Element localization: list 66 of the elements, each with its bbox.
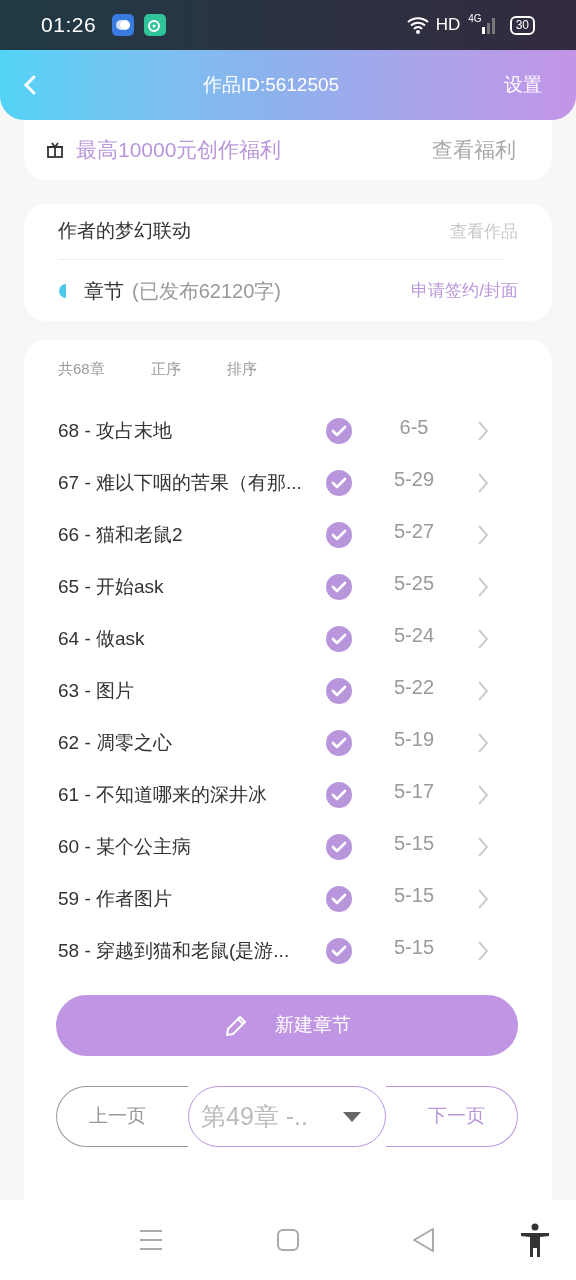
chapter-date: 5-17 bbox=[393, 779, 435, 804]
chapter-title: 67 - 难以下咽的苦果（有那... bbox=[58, 470, 303, 495]
chapter-date: 5-15 bbox=[393, 883, 435, 908]
chapter-date: 6-5 bbox=[398, 415, 430, 440]
signal-icon bbox=[481, 15, 496, 35]
chevron-right-icon[interactable] bbox=[476, 523, 490, 547]
chevron-right-icon[interactable] bbox=[476, 939, 490, 963]
chapter-row[interactable]: 67 - 难以下咽的苦果（有那... 5-29 bbox=[58, 457, 518, 509]
new-chapter-label: 新建章节 bbox=[275, 1013, 351, 1038]
chapter-date: 5-15 bbox=[393, 935, 435, 960]
welfare-text: 最高10000元创作福利 bbox=[76, 137, 282, 164]
header-title: 作品ID:5612505 bbox=[201, 72, 341, 97]
chapter-date: 5-27 bbox=[393, 519, 435, 544]
battery-indicator: 30 bbox=[509, 15, 535, 35]
chevron-right-icon[interactable] bbox=[476, 835, 490, 859]
chapter-row[interactable]: 68 - 攻占末地 6-5 bbox=[58, 405, 518, 457]
chapter-row[interactable]: 63 - 图片 5-22 bbox=[58, 665, 518, 717]
work-title: 作者的梦幻联动 bbox=[58, 219, 191, 244]
chapter-row[interactable]: 58 - 穿越到猫和老鼠(是游... 5-15 bbox=[58, 925, 518, 977]
chapter-date: 5-19 bbox=[393, 727, 435, 752]
chapter-title: 62 - 凋零之心 bbox=[58, 730, 174, 755]
chapter-row[interactable]: 66 - 猫和老鼠2 5-27 bbox=[58, 509, 518, 561]
chevron-right-icon[interactable] bbox=[476, 627, 490, 651]
chevron-right-icon[interactable] bbox=[476, 731, 490, 755]
chapter-title: 59 - 作者图片 bbox=[58, 886, 174, 911]
chapter-title: 65 - 开始ask bbox=[58, 574, 165, 599]
accessibility-icon[interactable] bbox=[520, 1223, 550, 1257]
section-label: 章节 bbox=[84, 278, 124, 304]
chapter-row[interactable]: 59 - 作者图片 5-15 bbox=[58, 873, 518, 925]
chapter-row[interactable]: 61 - 不知道哪来的深井冰 5-17 bbox=[58, 769, 518, 821]
chevron-right-icon[interactable] bbox=[476, 783, 490, 807]
home-icon[interactable] bbox=[276, 1228, 300, 1252]
chevron-right-icon[interactable] bbox=[476, 471, 490, 495]
chapter-title: 63 - 图片 bbox=[58, 678, 136, 703]
chapter-row[interactable]: 64 - 做ask 5-24 bbox=[58, 613, 518, 665]
back-triangle-icon[interactable] bbox=[412, 1227, 436, 1253]
network-label: HD bbox=[435, 14, 461, 37]
chapter-row[interactable]: 65 - 开始ask 5-25 bbox=[58, 561, 518, 613]
chapter-row[interactable]: 62 - 凋零之心 5-19 bbox=[58, 717, 518, 769]
chapter-title: 64 - 做ask bbox=[58, 626, 146, 651]
menu-icon[interactable] bbox=[139, 1229, 163, 1251]
section-note: (已发布62120字) bbox=[132, 278, 281, 304]
gift-icon bbox=[46, 141, 64, 159]
chapter-date: 5-15 bbox=[393, 831, 435, 856]
chevron-right-icon[interactable] bbox=[476, 575, 490, 599]
chevron-right-icon[interactable] bbox=[476, 887, 490, 911]
chapter-title: 58 - 穿越到猫和老鼠(是游... bbox=[58, 938, 291, 963]
chapter-title: 61 - 不知道哪来的深井冰 bbox=[58, 782, 269, 807]
chapter-title: 68 - 攻占末地 bbox=[58, 418, 174, 443]
chapter-date: 5-24 bbox=[393, 623, 435, 648]
back-icon[interactable] bbox=[22, 74, 38, 96]
dropdown-caret-icon bbox=[343, 1111, 361, 1122]
chevron-right-icon[interactable] bbox=[476, 679, 490, 703]
chapter-title: 60 - 某个公主病 bbox=[58, 834, 193, 859]
signal-type-label: 4G bbox=[468, 14, 482, 24]
chapter-date: 5-25 bbox=[393, 571, 435, 596]
app-notification-icon bbox=[144, 14, 167, 36]
chapter-row[interactable]: 60 - 某个公主病 5-15 bbox=[58, 821, 518, 873]
chapter-date: 5-22 bbox=[393, 675, 435, 700]
chapter-count: 共68章 bbox=[58, 358, 105, 379]
app-notification-icon bbox=[112, 14, 135, 36]
chapter-title: 66 - 猫和老鼠2 bbox=[58, 522, 184, 547]
status-time: 01:26 bbox=[41, 12, 97, 39]
wifi-icon bbox=[405, 15, 430, 35]
chapter-date: 5-29 bbox=[393, 467, 435, 492]
chevron-right-icon[interactable] bbox=[476, 419, 490, 443]
